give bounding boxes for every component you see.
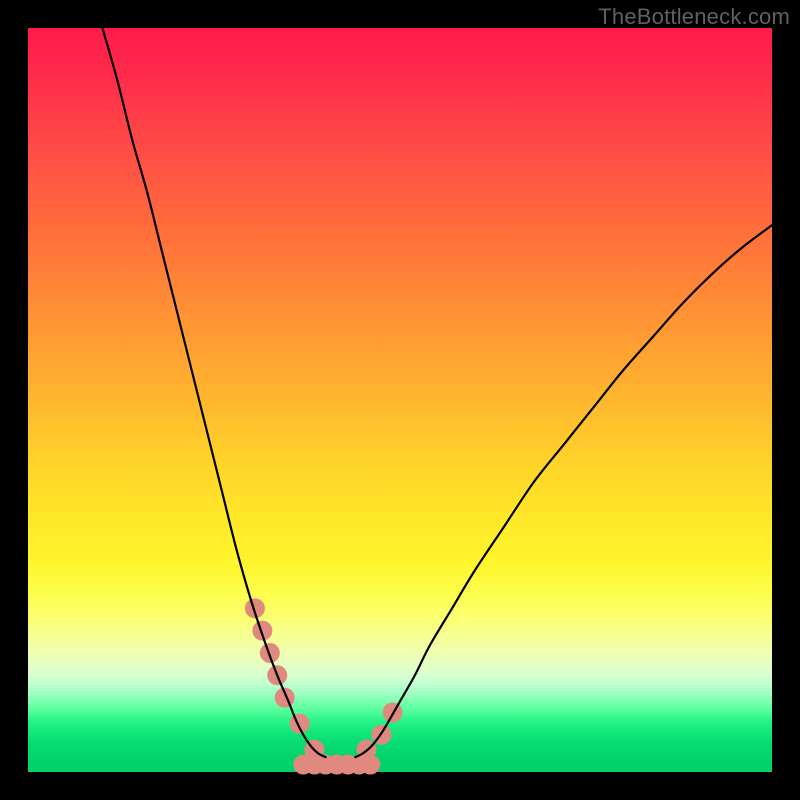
scatter-layer bbox=[245, 598, 403, 774]
data-point bbox=[360, 755, 380, 775]
line-layer bbox=[102, 28, 772, 757]
curve-right-curve bbox=[355, 225, 772, 757]
plot-area bbox=[28, 28, 772, 772]
curve-left-curve bbox=[102, 28, 325, 757]
data-point bbox=[290, 714, 310, 734]
chart-svg bbox=[28, 28, 772, 772]
chart-frame: TheBottleneck.com bbox=[0, 0, 800, 800]
watermark-text: TheBottleneck.com bbox=[598, 4, 790, 30]
